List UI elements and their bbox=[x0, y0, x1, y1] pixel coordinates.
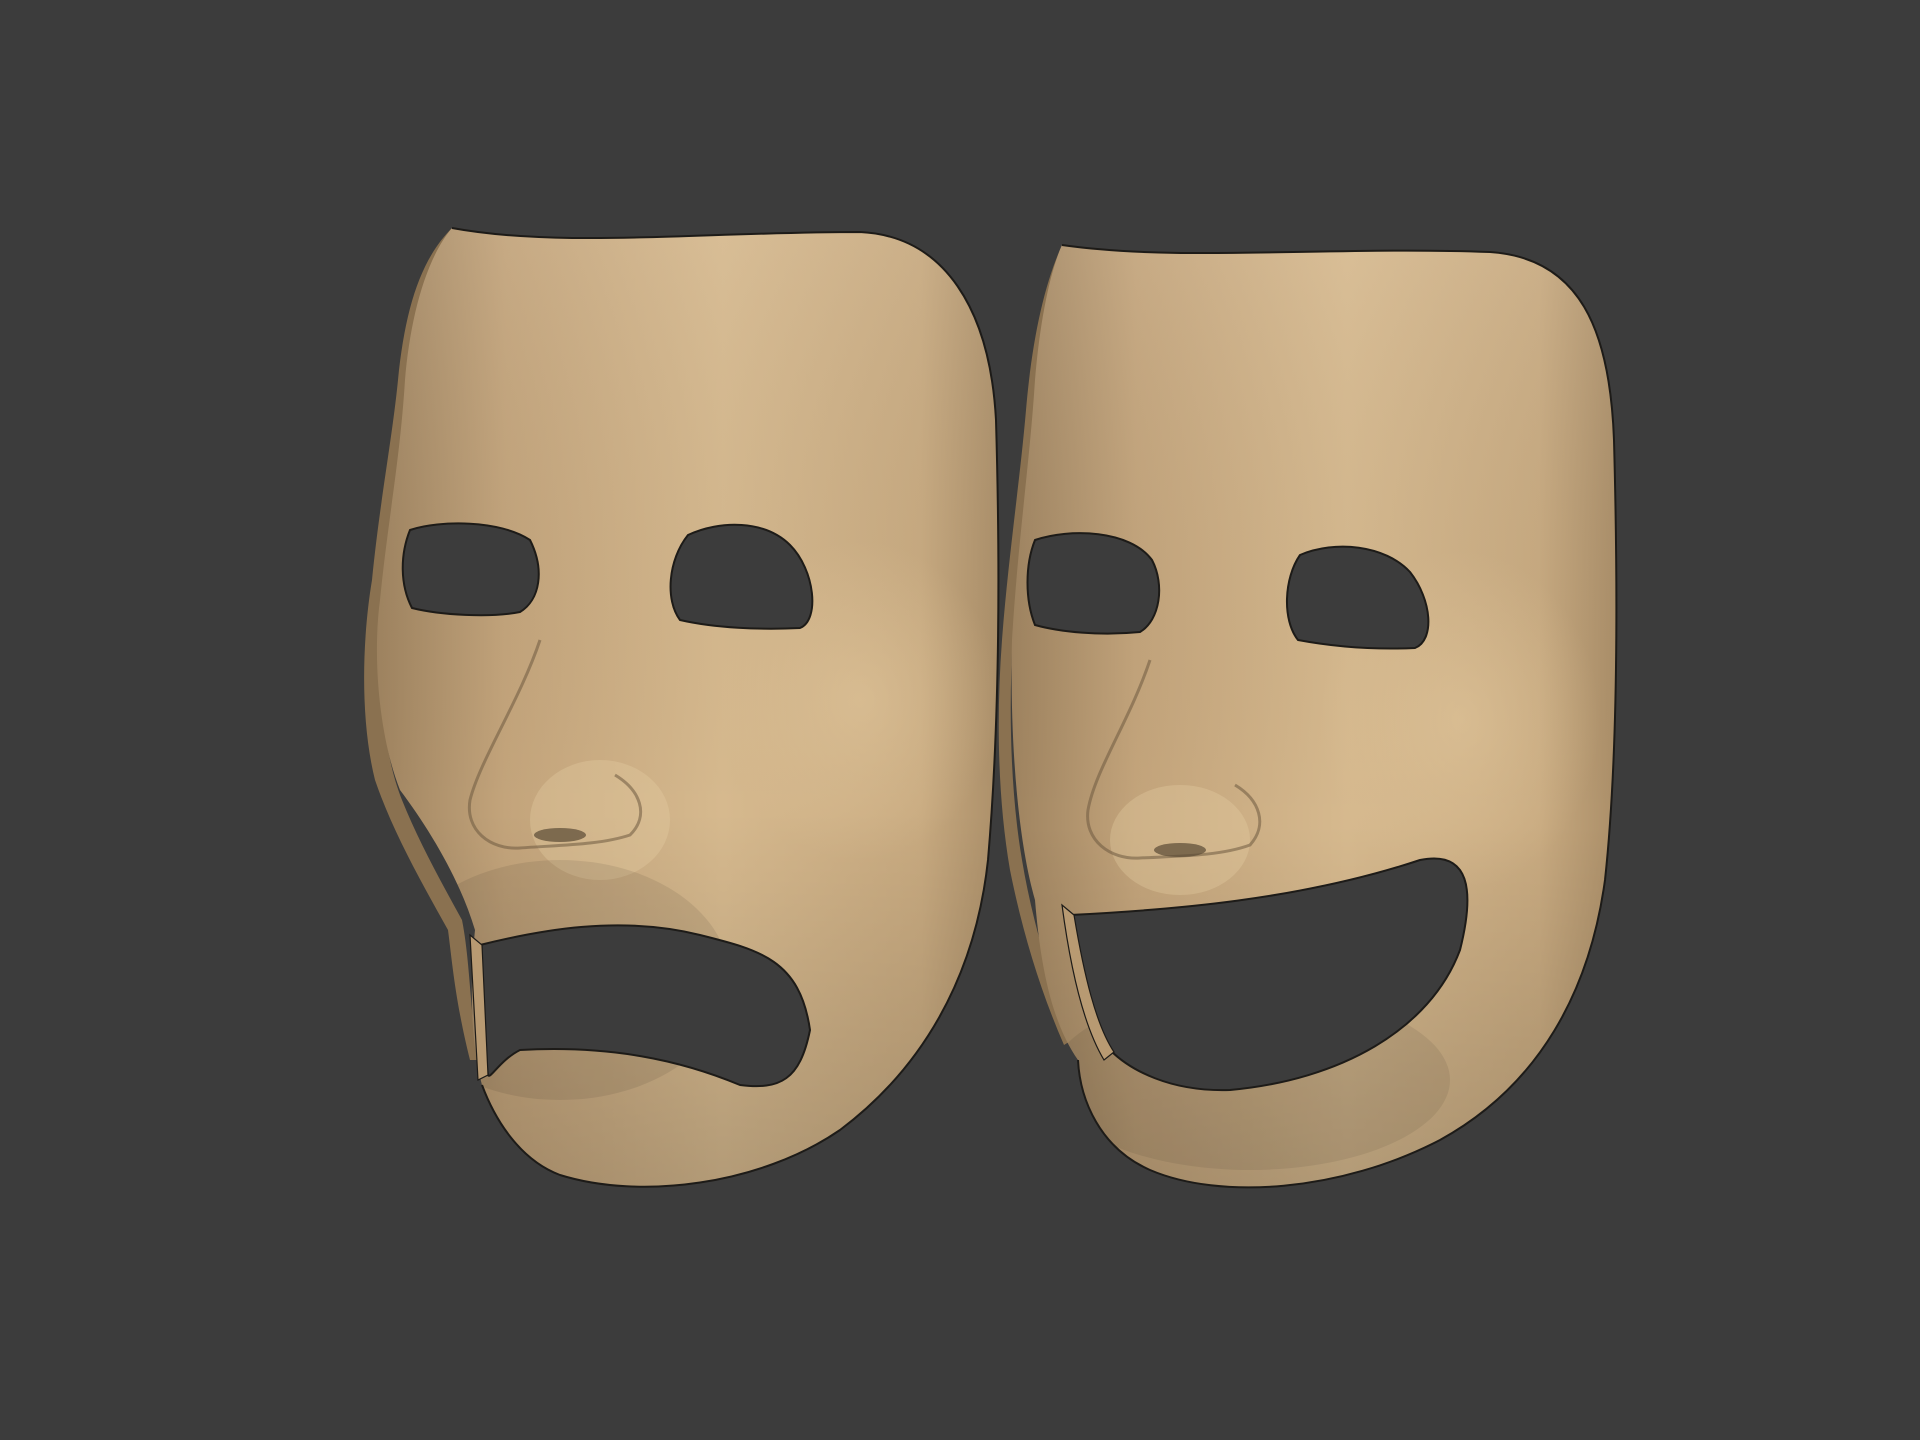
viewport-scene bbox=[321, 198, 1649, 1231]
tragedy-left-eye-hole bbox=[401, 522, 540, 617]
mesh-edge-loop bbox=[360, 1221, 1020, 1231]
mesh-edge-ring bbox=[346, 200, 360, 1220]
mesh-edge-loop bbox=[995, 1221, 1635, 1231]
tragedy-nostril bbox=[534, 828, 586, 842]
mesh-edge-loop bbox=[360, 1190, 1020, 1201]
mesh-edge-ring bbox=[1635, 230, 1649, 1220]
comedy-nostril bbox=[1154, 843, 1206, 857]
comedy-mask[interactable] bbox=[946, 228, 1649, 1231]
mesh-edge-loop bbox=[995, 228, 1635, 240]
3d-viewport[interactable] bbox=[0, 0, 1920, 1440]
tragedy-mask[interactable] bbox=[321, 198, 1034, 1230]
mesh-edge-loop bbox=[360, 198, 1020, 210]
mesh-edge-loop bbox=[995, 1191, 1635, 1202]
comedy-left-eye-hole bbox=[1026, 532, 1161, 635]
